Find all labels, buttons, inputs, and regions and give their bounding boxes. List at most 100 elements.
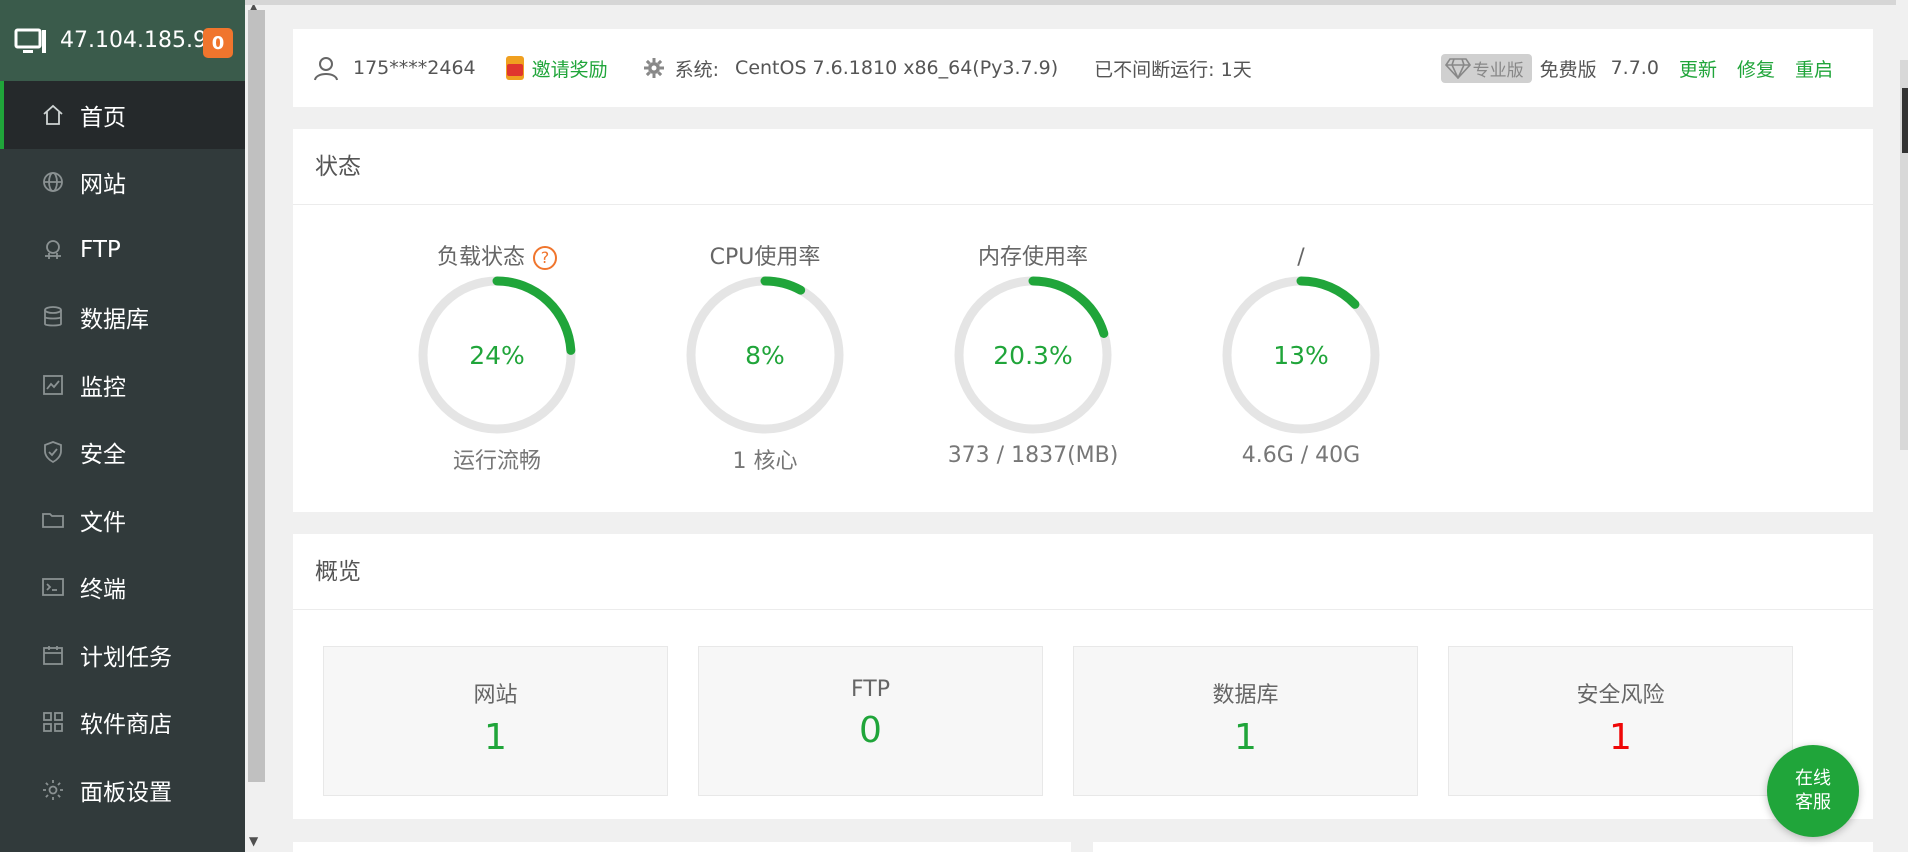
service-line1: 在线 [1795,768,1831,789]
notification-badge[interactable]: 0 [203,28,233,58]
gauge-arc [1296,276,1360,309]
server-header[interactable]: 47.104.185.97 0 [0,0,245,81]
sidebar-item-label: 面板设置 [80,779,172,806]
gauge-ring: 24% [418,276,576,434]
invite-reward-link[interactable]: 邀请奖励 [532,55,608,82]
overview-value[interactable]: 1 [1074,717,1417,758]
free-edition-label: 免费版 [1539,58,1597,81]
system-info: CentOS 7.6.1810 x86_64(Py3.7.9) [735,57,1059,79]
overview-security-risk[interactable]: 安全风险 1 [1448,646,1793,796]
help-icon[interactable]: ? [533,246,557,270]
sidebar-item-label: 网站 [80,172,126,199]
overview-label: FTP [851,677,890,702]
gauge-arc [492,276,576,355]
gauge-label: / [1297,245,1305,270]
ftp-icon [40,237,66,263]
sidebar-item-home[interactable]: 首页 [0,81,245,149]
overview-value[interactable]: 1 [324,717,667,758]
gauge-arc [1028,276,1109,338]
overview-label: 安全风险 [1576,683,1665,708]
sidebar-item-monitor[interactable]: 监控 [0,351,245,419]
gauge-value: 20.3% [993,341,1072,370]
version-number: 7.7.0 [1610,57,1659,79]
gift-icon [505,56,524,80]
diamond-icon [1444,58,1471,79]
online-service-button[interactable]: 在线 客服 [1767,745,1859,837]
gauge-value: 24% [469,341,525,370]
service-line2: 客服 [1795,792,1831,813]
system-gear-icon [643,58,664,78]
pro-edition-badge[interactable]: 专业版 [1440,53,1532,83]
sidebar-item-label: 监控 [80,374,126,401]
overview-database[interactable]: 数据库 1 [1073,646,1418,796]
memory-gauge[interactable]: 内存使用率 20.3% 373 / 1837(MB) [933,241,1133,468]
gauge-arc [760,276,806,295]
home-icon [40,102,66,128]
status-card: 状态 负载状态? 24% 运行流畅 CPU使用率 8% 1 核心 内存使用率 2… [293,129,1873,512]
gear-icon [40,777,66,803]
status-title: 状态 [293,129,1873,205]
sidebar-menu: 首页 网站 FTP 数据库 监控 安全 文件 终端 计划任务 软件商店 面板设置 [0,81,245,824]
scroll-marker [1902,88,1908,153]
gauge-label: CPU使用率 [709,245,821,270]
sidebar-item-cron[interactable]: 计划任务 [0,621,245,689]
sidebar-item-database[interactable]: 数据库 [0,284,245,352]
sidebar-item-label: 计划任务 [80,644,172,671]
gauge-ring: 13% [1222,276,1380,434]
gauge-value: 8% [745,341,785,370]
sidebar-item-ftp[interactable]: FTP [0,216,245,284]
sidebar-item-security[interactable]: 安全 [0,419,245,487]
overview-title: 概览 [293,534,1873,610]
sidebar-item-website[interactable]: 网站 [0,149,245,217]
sidebar-scroll-thumb[interactable] [248,10,265,782]
update-link[interactable]: 更新 [1679,55,1717,82]
database-icon [40,304,66,330]
restart-link[interactable]: 重启 [1795,55,1833,82]
gauge-value: 13% [1273,341,1329,370]
apps-icon [40,709,66,735]
uptime-text: 已不间断运行: 1天 [1094,58,1252,81]
overview-value[interactable]: 1 [1449,717,1792,758]
sidebar-item-settings[interactable]: 面板设置 [0,756,245,824]
overview-label: 网站 [473,683,518,708]
overview-website[interactable]: 网站 1 [323,646,668,796]
overview-ftp[interactable]: FTP 0 [698,646,1043,796]
sidebar-item-label: 终端 [80,577,126,604]
overview-card: 概览 网站 1 FTP 0 数据库 1 安全风险 1 [293,534,1873,819]
overview-label: 数据库 [1212,683,1279,708]
user-phone[interactable]: 175****2464 [353,57,476,79]
bottom-card-left [293,842,1071,852]
gauge-sub: 运行流畅 [452,449,541,474]
pro-edition-label: 专业版 [1472,60,1524,81]
sidebar-item-terminal[interactable]: 终端 [0,554,245,622]
sidebar: 47.104.185.97 0 首页 网站 FTP 数据库 监控 安全 文件 终… [0,0,245,852]
repair-link[interactable]: 修复 [1737,55,1775,82]
sidebar-item-label: 首页 [80,104,126,131]
sidebar-item-label: 安全 [80,442,126,469]
gauge-sub: 1 核心 [732,449,798,474]
gauge-ring: 20.3% [954,276,1112,434]
load-gauge[interactable]: 负载状态? 24% 运行流畅 [397,241,597,475]
sidebar-item-label: FTP [80,236,121,263]
sidebar-item-label: 软件商店 [80,712,172,739]
scroll-down-arrow-icon[interactable]: ▼ [249,834,258,848]
folder-icon [40,507,66,533]
globe-icon [40,169,66,195]
top-border [245,0,1908,5]
terminal-icon [40,574,66,600]
gauge-sub: 4.6G / 40G [1241,443,1361,468]
sidebar-scrollbar[interactable]: ▲ ▼ [245,0,268,852]
calendar-icon [40,642,66,668]
overview-value[interactable]: 0 [699,710,1042,751]
bottom-card-right [1093,842,1873,852]
shield-icon [40,439,66,465]
disk-gauge[interactable]: / 13% 4.6G / 40G [1201,241,1401,468]
gauge-label: 内存使用率 [977,245,1088,270]
top-bar-actions: 专业版 免费版 7.7.0 更新 修复 重启 [1440,29,1833,107]
monitor-chart-icon [40,372,66,398]
user-icon [314,57,338,81]
cpu-gauge[interactable]: CPU使用率 8% 1 核心 [665,241,865,475]
sidebar-item-store[interactable]: 软件商店 [0,689,245,757]
sidebar-item-files[interactable]: 文件 [0,486,245,554]
main-scrollbar[interactable] [1896,0,1908,852]
